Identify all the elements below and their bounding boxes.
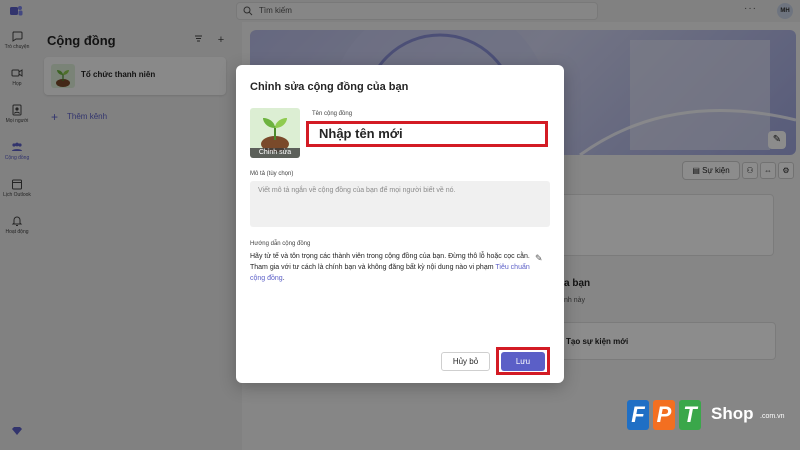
edit-community-dialog: Chỉnh sửa cộng đồng của bạn Chỉnh sửa Tê… — [236, 65, 564, 383]
guidelines-body: Hãy tử tế và tôn trọng các thành viên tr… — [250, 253, 530, 271]
dialog-title: Chỉnh sửa cộng đồng của bạn — [250, 81, 409, 93]
fpt-letter-t: T — [679, 400, 701, 430]
image-edit-label: Chỉnh sửa — [250, 148, 300, 158]
guidelines-label: Hướng dẫn cộng đồng — [250, 241, 311, 247]
name-field-label: Tên cộng đồng — [312, 111, 353, 117]
guidelines-end: . — [282, 275, 285, 282]
description-placeholder: Viết mô tả ngắn về cộng đồng của bạn để … — [258, 187, 456, 194]
guidelines-text: Hãy tử tế và tôn trọng các thành viên tr… — [250, 251, 530, 284]
description-field-label: Mô tả (tùy chọn) — [250, 171, 294, 177]
fpt-letter-f: F — [627, 400, 649, 430]
description-field[interactable]: Viết mô tả ngắn về cộng đồng của bạn để … — [250, 181, 550, 227]
fpt-letter-p: P — [653, 400, 675, 430]
fpt-shop-text: Shop — [711, 404, 754, 423]
edit-guidelines-pencil-icon[interactable]: ✎ — [535, 253, 543, 264]
fpt-domain-text: .com.vn — [760, 413, 785, 420]
community-image-picker[interactable]: Chỉnh sửa — [250, 108, 300, 158]
save-button[interactable]: Lưu — [501, 352, 545, 371]
cancel-button[interactable]: Hủy bỏ — [441, 352, 490, 371]
community-name-field[interactable]: Nhập tên mới — [306, 121, 548, 147]
